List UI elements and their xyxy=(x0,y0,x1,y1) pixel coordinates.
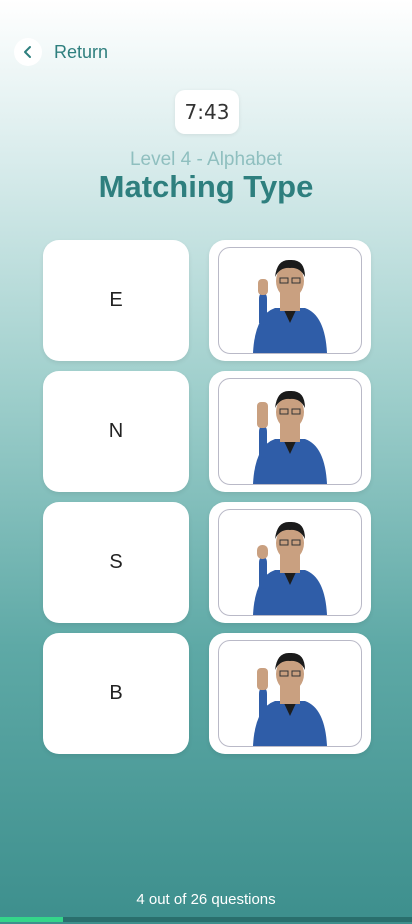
level-subtitle: Level 4 - Alphabet xyxy=(129,149,283,170)
sign-image-card[interactable] xyxy=(209,240,371,361)
sign-image-card[interactable] xyxy=(209,633,371,754)
letter-card[interactable]: S xyxy=(43,502,189,623)
matching-grid: E N S B xyxy=(43,240,373,764)
progress-bar xyxy=(0,917,412,922)
progress-bar-fill xyxy=(0,917,64,922)
letter-card[interactable]: N xyxy=(43,371,189,492)
matching-row: B xyxy=(43,633,373,754)
matching-row: S xyxy=(43,502,373,623)
person-signing-icon xyxy=(218,247,362,354)
matching-row: E xyxy=(43,240,373,361)
page-title: Matching Type xyxy=(98,169,314,204)
sign-image-card[interactable] xyxy=(209,371,371,492)
chevron-left-icon xyxy=(14,38,42,66)
return-button[interactable]: Return xyxy=(14,38,108,66)
person-signing-icon xyxy=(218,509,362,616)
person-signing-icon xyxy=(218,378,362,485)
sign-image-card[interactable] xyxy=(209,502,371,623)
matching-row: N xyxy=(43,371,373,492)
letter-card[interactable]: E xyxy=(43,240,189,361)
progress-text: 4 out of 26 questions xyxy=(136,891,276,908)
return-label: Return xyxy=(54,41,109,62)
letter-card[interactable]: B xyxy=(43,633,189,754)
person-signing-icon xyxy=(218,640,362,747)
timer-display: 7:43 xyxy=(175,90,239,134)
